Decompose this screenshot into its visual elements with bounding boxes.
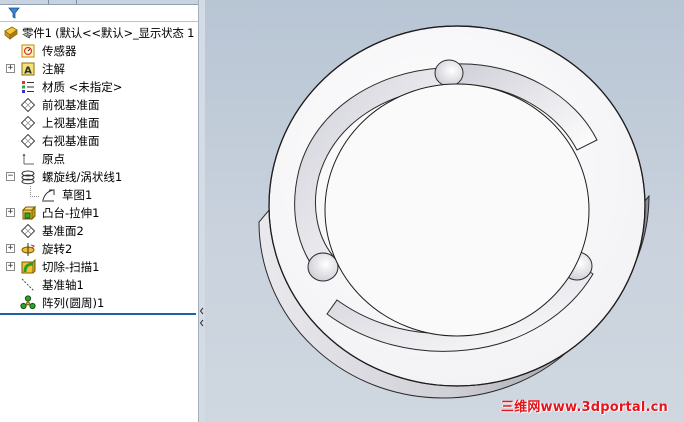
tree-root-part[interactable]: 零件1 (默认<<默认>_显示状态 1 [0,24,198,42]
collapse-icon[interactable]: − [6,172,15,181]
extrude-boss-icon [21,205,36,221]
tree-item-label: 切除-扫描1 [42,260,100,274]
plane-icon [20,115,36,131]
tree-item[interactable]: + 切除-扫描1 [0,258,198,276]
revolve-icon [21,243,35,256]
filter-icon[interactable] [8,7,20,19]
tree-item[interactable]: − 螺旋线/涡状线1 [0,168,198,186]
tree-item-label: 旋转2 [42,242,73,256]
tree-item[interactable]: + A 注解 [0,60,198,78]
tree-item-label: 草图1 [62,188,93,202]
tree-filter-row [0,5,198,22]
part-model-3d[interactable] [205,0,684,422]
expand-icon[interactable]: + [6,64,15,73]
origin-icon [22,153,34,165]
tree-item[interactable]: 上视基准面 [0,114,198,132]
tree-item[interactable]: + 凸台-拉伸1 [0,204,198,222]
root-part-label: 零件1 (默认<<默认>_显示状态 1 [22,26,195,40]
material-icon [22,81,34,93]
tree-item[interactable]: 传感器 [0,42,198,60]
tree-item-label: 传感器 [42,44,77,58]
tree-item[interactable]: 阵列(圆周)1 [0,294,198,312]
annotation-icon: A [21,62,35,77]
tab-property-manager[interactable] [50,0,77,4]
expand-icon[interactable]: + [6,244,15,253]
tree-item[interactable]: 原点 [0,150,198,168]
tree-item-label: 螺旋线/涡状线1 [42,170,123,184]
graphics-viewport[interactable]: 三维网www.3dportal.cn [205,0,684,422]
circular-pattern-icon [20,295,36,310]
tree-item[interactable]: 右视基准面 [0,132,198,150]
tree-item[interactable]: 材质 <未指定> [0,78,198,96]
part-icon [4,26,18,40]
tree-item[interactable]: 前视基准面 [0,96,198,114]
plane-icon [20,223,36,239]
tree-item[interactable]: 基准轴1 [0,276,198,294]
tree-item-label: 材质 <未指定> [42,80,123,94]
tree-item-label: 上视基准面 [42,116,100,130]
expand-icon[interactable]: + [6,208,15,217]
tree-item-label: 右视基准面 [42,134,100,148]
plane-icon [20,133,36,149]
axis-icon [21,278,35,292]
tree-item[interactable]: + 旋转2 [0,240,198,258]
tree-item-label: 原点 [42,152,65,166]
inner-recess-face [324,83,590,337]
tree-item-label: 阵列(圆周)1 [42,296,105,310]
tree-item-label: 基准面2 [42,224,84,238]
tree-item-label: 基准轴1 [42,278,84,292]
expand-icon[interactable]: + [6,262,15,271]
helix-icon [21,170,35,185]
sensor-icon [21,44,35,58]
sweep-cut-icon [21,259,36,274]
tree-item-label: 前视基准面 [42,98,100,112]
plane-icon [20,97,36,113]
tree-item[interactable]: 基准面2 [0,222,198,240]
watermark-text: 三维网www.3dportal.cn [500,400,668,415]
tab-feature-manager[interactable] [22,0,49,4]
feature-manager-tree: 零件1 (默认<<默认>_显示状态 1 传感器 + A 注解材质 <未指定> 前视基准面… [0,0,199,422]
tree-end-marker [0,313,196,315]
sketch-icon [42,189,55,202]
svg-text:A: A [24,66,32,77]
tree-item-label: 凸台-拉伸1 [42,206,100,220]
tree-item-label: 注解 [42,62,65,76]
tree-connector-line [30,186,39,197]
